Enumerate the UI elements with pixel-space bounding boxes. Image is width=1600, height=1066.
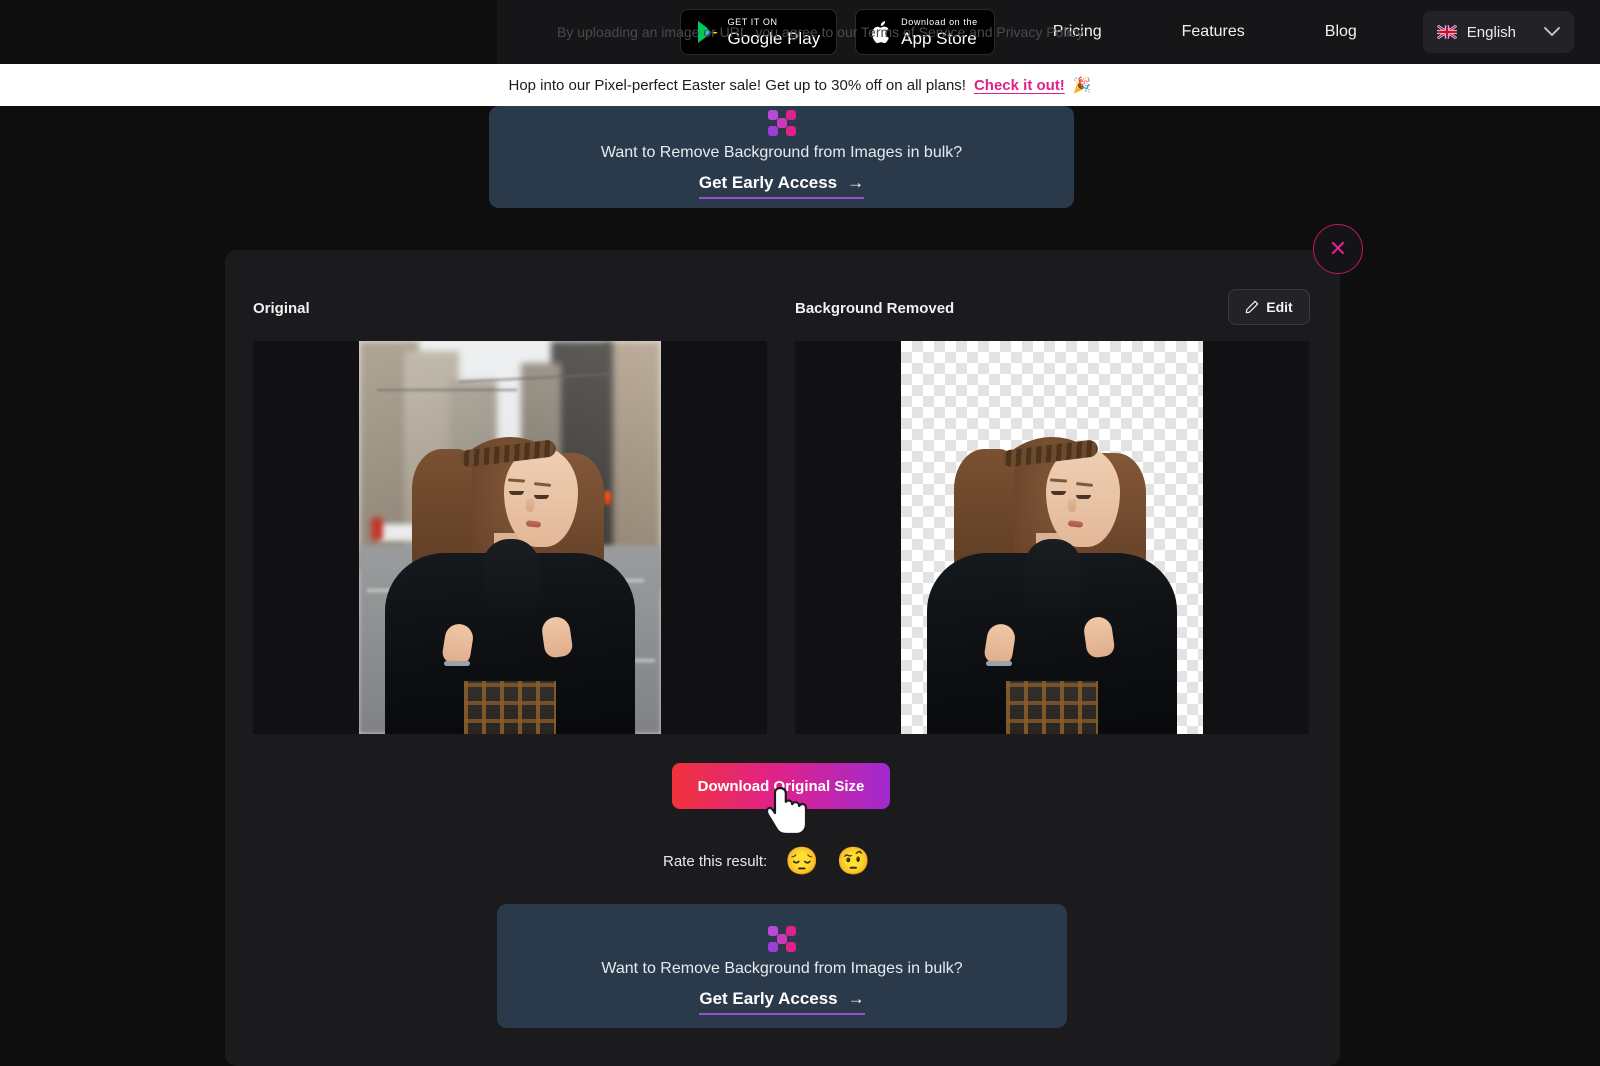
rating-neutral-face-button[interactable]: 🤨 — [837, 847, 871, 875]
bulk-cta-label-bottom: Get Early Access — [699, 989, 838, 1008]
close-result-button[interactable]: ✕ — [1313, 224, 1363, 274]
bulk-cta-title-bottom: Want to Remove Background from Images in… — [601, 960, 963, 977]
promo-banner: Hop into our Pixel-perfect Easter sale! … — [0, 64, 1600, 106]
background-removed-label: Background Removed — [795, 300, 955, 317]
image-comparison-row — [253, 341, 1310, 734]
nav-link-blog[interactable]: Blog — [1325, 23, 1357, 41]
arrow-right-icon-bottom: → — [847, 989, 865, 1008]
nav-inner: By uploading an image or URL, you agree … — [497, 0, 1600, 64]
page-root: By uploading an image or URL, you agree … — [0, 0, 1600, 1066]
close-icon: ✕ — [1328, 236, 1348, 261]
mouse-cursor-pointer — [766, 786, 808, 836]
pencil-icon — [1245, 300, 1259, 314]
transparency-checkerboard — [901, 341, 1203, 734]
brand-logo-icon — [767, 110, 796, 136]
edit-button[interactable]: Edit — [1228, 289, 1310, 325]
nav-link-features[interactable]: Features — [1182, 23, 1245, 41]
language-selector[interactable]: English — [1422, 11, 1574, 53]
original-label: Original — [253, 300, 310, 317]
get-early-access-button-bottom[interactable]: Get Early Access → — [699, 989, 865, 1015]
arrow-right-icon: → — [847, 173, 865, 192]
rating-label: Rate this result: — [663, 852, 768, 870]
original-photo — [359, 341, 661, 734]
language-label: English — [1466, 23, 1516, 41]
original-image-pane — [253, 341, 767, 734]
bulk-cta-card-top: Want to Remove Background from Images in… — [489, 106, 1074, 208]
bulk-cta-label-top: Get Early Access — [698, 173, 838, 192]
edit-button-label: Edit — [1266, 299, 1293, 315]
top-navigation-bar: By uploading an image or URL, you agree … — [0, 0, 1600, 64]
promo-banner-link[interactable]: Check it out! — [974, 77, 1065, 94]
rating-row: Rate this result: 😔 🤨 — [663, 843, 870, 879]
get-early-access-button-top[interactable]: Get Early Access → — [698, 173, 865, 199]
background-removed-image-pane — [795, 341, 1309, 734]
rating-pensive-face-button[interactable]: 😔 — [785, 847, 819, 875]
chevron-down-icon — [1544, 27, 1560, 37]
party-popper-icon: 🎉 — [1072, 77, 1092, 94]
bulk-cta-card-bottom: Want to Remove Background from Images in… — [497, 904, 1067, 1028]
brand-logo-icon-bottom — [768, 926, 796, 952]
upload-legal-notice: By uploading an image or URL, you agree … — [557, 24, 1084, 40]
uk-flag-icon — [1436, 25, 1457, 39]
bulk-cta-title-top: Want to Remove Background from Images in… — [600, 144, 963, 161]
promo-banner-text: Hop into our Pixel-perfect Easter sale! … — [508, 76, 966, 94]
